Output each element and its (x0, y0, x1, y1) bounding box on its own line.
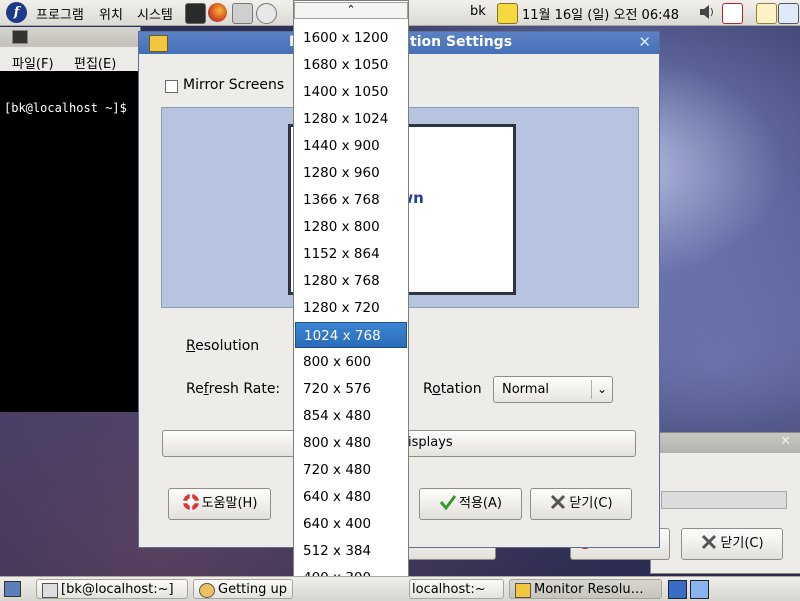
resolution-option[interactable]: 1280 x 768 (295, 268, 407, 294)
background-close-button[interactable]: 닫기(C) (681, 528, 783, 560)
help-button[interactable]: 도움말(H) (168, 488, 271, 520)
close-icon[interactable]: ✕ (780, 434, 791, 449)
dialog-title-rest: tion Settings (410, 34, 513, 50)
task-terminal-2-label: localhost:~ (412, 582, 486, 597)
resolution-option[interactable]: 512 x 384 (295, 538, 407, 564)
resolution-option[interactable]: 1366 x 768 (295, 187, 407, 213)
lifebuoy-icon (182, 493, 200, 511)
resolution-option[interactable]: 1280 x 960 (295, 160, 407, 186)
close-label: 닫기(C) (569, 496, 613, 511)
mirror-screens-checkbox[interactable] (165, 80, 178, 93)
task-monitor-resolution[interactable]: Monitor Resolu… (509, 579, 662, 599)
rotation-value: Normal (502, 382, 550, 397)
resolution-label: Resolution (186, 338, 260, 354)
scroll-up-arrow[interactable]: ⌃ (294, 2, 408, 19)
apply-button[interactable]: 적용(A) (419, 488, 522, 520)
resolution-option[interactable]: 1280 x 1024 (295, 106, 407, 132)
resolution-option[interactable]: 1600 x 1200 (295, 25, 407, 51)
workspace-2-icon[interactable] (690, 580, 709, 599)
resolution-option[interactable]: 720 x 576 (295, 376, 407, 402)
resolution-option[interactable]: 1280 x 720 (295, 295, 407, 321)
user-name: bk (470, 4, 486, 19)
checkmark-icon (439, 493, 457, 511)
task-terminal-2[interactable]: localhost:~ (409, 579, 504, 599)
bottom-panel: [bk@localhost:~] Getting up localhost:~ … (0, 576, 800, 601)
terminal-menu-edit[interactable]: 편집(E) (74, 53, 116, 72)
terminal-window[interactable]: 파일(F) 편집(E) [bk@localhost ~]$ (0, 27, 141, 412)
terminal-launcher-icon[interactable] (185, 3, 206, 24)
resolution-option[interactable]: 1024 x 768 (295, 322, 407, 348)
progress-bar (661, 491, 787, 509)
background-close-label: 닫기(C) (720, 536, 764, 551)
update-notifier-icon[interactable] (756, 3, 777, 24)
resolution-option[interactable]: 1152 x 864 (295, 241, 407, 267)
help-label: 도움말(H) (201, 496, 258, 511)
task-terminal-label: [bk@localhost:~] (61, 582, 174, 597)
monitor-app-icon (149, 35, 168, 52)
volume-icon[interactable] (698, 3, 714, 22)
close-x-icon (700, 533, 718, 551)
mirror-screens-label[interactable]: Mirror Screens (183, 77, 284, 93)
menu-applications[interactable]: 프로그램 (36, 4, 84, 23)
update-task-icon (199, 583, 215, 598)
resolution-option[interactable]: 1680 x 1050 (295, 52, 407, 78)
refresh-rate-label: Refresh Rate: (186, 381, 281, 397)
resolution-dropdown-list[interactable]: ⌃ 1600 x 1200 1680 x 1050 1400 x 1050 1280 … (293, 0, 409, 598)
notes-icon[interactable] (497, 3, 518, 24)
background-dialog-titlebar[interactable]: ✕ (651, 433, 800, 453)
resolution-option[interactable]: 800 x 480 (295, 430, 407, 456)
resolution-option[interactable]: 800 x 600 (295, 349, 407, 375)
close-button[interactable]: 닫기(C) (530, 488, 632, 520)
resolution-option[interactable]: 640 x 480 (295, 484, 407, 510)
resolution-option[interactable]: 640 x 400 (295, 511, 407, 537)
detect-displays-label: isplays (408, 435, 453, 450)
file-cabinet-icon[interactable] (232, 3, 253, 24)
rotation-select[interactable]: Normal ⌄ (493, 376, 613, 403)
task-getting-updates[interactable]: Getting up (193, 579, 293, 599)
menu-system[interactable]: 시스템 (137, 4, 173, 23)
resolution-option[interactable]: 1440 x 900 (295, 133, 407, 159)
resolution-option[interactable]: 1280 x 800 (295, 214, 407, 240)
dialog-close-icon[interactable]: ✕ (638, 33, 651, 51)
terminal-prompt[interactable]: [bk@localhost ~]$ (4, 101, 127, 115)
task-terminal[interactable]: [bk@localhost:~] (36, 579, 188, 599)
menu-places[interactable]: 위치 (99, 4, 123, 23)
resolution-option[interactable]: 854 x 480 (295, 403, 407, 429)
resolution-option[interactable]: 1400 x 1050 (295, 79, 407, 105)
task-getting-updates-label: Getting up (218, 582, 287, 597)
chevron-down-icon: ⌄ (591, 380, 612, 399)
fedora-logo-icon[interactable]: f (6, 2, 27, 23)
terminal-menubar: 파일(F) 편집(E) (0, 47, 140, 72)
terminal-menu-file[interactable]: 파일(F) (12, 53, 54, 72)
terminal-task-icon (42, 583, 58, 598)
clock[interactable]: 11월 16일 (일) 오전 06:48 (522, 4, 679, 23)
terminal-titlebar[interactable] (0, 27, 140, 47)
network-icon[interactable] (778, 3, 799, 24)
firefox-launcher-icon[interactable] (208, 3, 227, 22)
workspace-1-icon[interactable] (668, 580, 687, 599)
task-monitor-resolution-label: Monitor Resolu… (534, 582, 644, 597)
terminal-window-icon (12, 30, 28, 44)
resolution-option[interactable]: 720 x 480 (295, 457, 407, 483)
mail-icon[interactable] (256, 3, 277, 24)
rotation-label: Rotation (423, 381, 482, 397)
dictionary-icon[interactable] (722, 3, 743, 24)
show-desktop-icon[interactable] (4, 581, 21, 597)
apply-label: 적용(A) (459, 496, 502, 511)
monitor-task-icon (515, 583, 531, 598)
close-x-icon (549, 493, 567, 511)
